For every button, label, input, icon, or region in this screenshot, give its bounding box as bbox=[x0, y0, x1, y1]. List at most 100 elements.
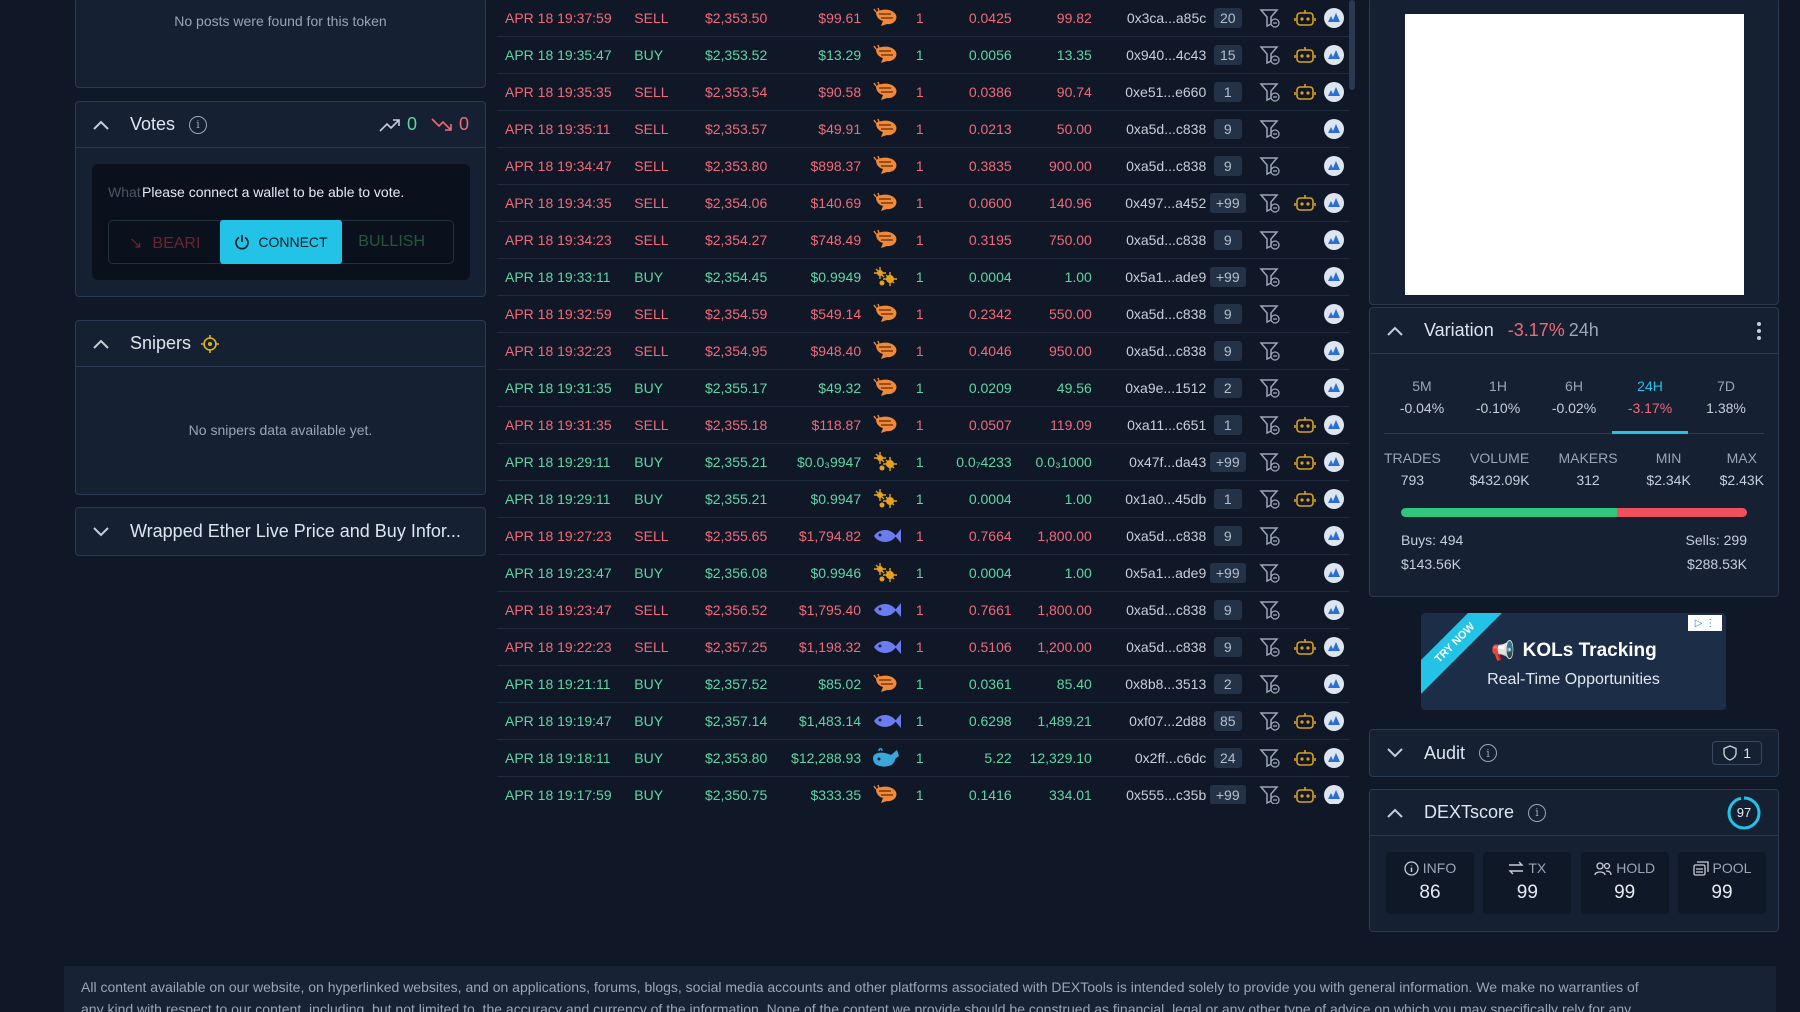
ad-choices-icon[interactable]: ▷ ⋮ bbox=[1688, 615, 1722, 631]
trade-maker-link[interactable]: 0xa5d...c838 bbox=[1092, 306, 1206, 322]
etherscan-icon[interactable] bbox=[1320, 599, 1349, 621]
trade-maker-link[interactable]: 0xf07...2d88 bbox=[1092, 713, 1206, 729]
filter-icon[interactable] bbox=[1249, 451, 1290, 473]
trade-row[interactable]: APR 18 19:35:11 SELL $2,353.57 $49.91 1 0.021… bbox=[497, 111, 1349, 148]
filter-icon[interactable] bbox=[1249, 266, 1290, 288]
trade-maker-link[interactable]: 0x555...c35b bbox=[1092, 787, 1206, 803]
etherscan-icon[interactable] bbox=[1320, 340, 1349, 362]
trade-maker-link[interactable]: 0x497...a452 bbox=[1092, 195, 1206, 211]
trade-maker-link[interactable]: 0x940...4c43 bbox=[1092, 47, 1206, 63]
chevron-up-icon[interactable] bbox=[1386, 322, 1404, 340]
trade-maker-link[interactable]: 0x3ca...a85c bbox=[1092, 10, 1206, 26]
trade-row[interactable]: APR 18 19:19:47 BUY $2,357.14 $1,483.14 1 0.6… bbox=[497, 703, 1349, 740]
table-scrollbar[interactable] bbox=[1349, 0, 1355, 90]
etherscan-icon[interactable] bbox=[1320, 488, 1349, 510]
trade-maker-link[interactable]: 0xa5d...c838 bbox=[1092, 528, 1206, 544]
info-icon[interactable]: i bbox=[1528, 803, 1547, 822]
trade-row[interactable]: APR 18 19:18:11 BUY $2,353.80 $12,288.93 1 5.… bbox=[497, 740, 1349, 777]
trade-row[interactable]: APR 18 19:23:47 SELL $2,356.52 $1,795.40 1 0.… bbox=[497, 592, 1349, 629]
chevron-down-icon[interactable] bbox=[1386, 744, 1404, 762]
filter-icon[interactable] bbox=[1249, 747, 1290, 769]
filter-icon[interactable] bbox=[1249, 44, 1290, 66]
trade-row[interactable]: APR 18 19:31:35 BUY $2,355.17 $49.32 1 0.0209… bbox=[497, 370, 1349, 407]
trade-row[interactable]: APR 18 19:29:11 BUY $2,355.21 $0.9947 1 0.000… bbox=[497, 481, 1349, 518]
etherscan-icon[interactable] bbox=[1320, 377, 1349, 399]
filter-icon[interactable] bbox=[1249, 192, 1290, 214]
etherscan-icon[interactable] bbox=[1320, 155, 1349, 177]
trade-maker-link[interactable]: 0xa5d...c838 bbox=[1092, 639, 1206, 655]
variation-tab-7d[interactable]: 7D 1.38% bbox=[1688, 378, 1764, 416]
trade-row[interactable]: APR 18 19:17:59 BUY $2,350.75 $333.35 1 0.141… bbox=[497, 777, 1349, 804]
trade-maker-link[interactable]: 0x1a0...45db bbox=[1092, 491, 1206, 507]
filter-icon[interactable] bbox=[1249, 340, 1290, 362]
filter-icon[interactable] bbox=[1249, 525, 1290, 547]
trade-row[interactable]: APR 18 19:37:59 SELL $2,353.50 $99.61 1 0.042… bbox=[497, 0, 1349, 37]
trade-maker-link[interactable]: 0xa9e...1512 bbox=[1092, 380, 1206, 396]
etherscan-icon[interactable] bbox=[1320, 7, 1349, 29]
trade-row[interactable]: APR 18 19:23:47 BUY $2,356.08 $0.9946 1 0.000… bbox=[497, 555, 1349, 592]
filter-icon[interactable] bbox=[1249, 784, 1290, 804]
etherscan-icon[interactable] bbox=[1320, 451, 1349, 473]
filter-icon[interactable] bbox=[1249, 673, 1290, 695]
audit-header[interactable]: Audit i 1 bbox=[1370, 730, 1778, 776]
etherscan-icon[interactable] bbox=[1320, 303, 1349, 325]
trade-maker-link[interactable]: 0x47f...da43 bbox=[1092, 454, 1206, 470]
etherscan-icon[interactable] bbox=[1320, 44, 1349, 66]
trade-row[interactable]: APR 18 19:35:47 BUY $2,353.52 $13.29 1 0.0056… bbox=[497, 37, 1349, 74]
bearish-button[interactable]: ↘ BEARI bbox=[129, 233, 200, 253]
wrapped-info-panel[interactable]: Wrapped Ether Live Price and Buy Infor..… bbox=[75, 507, 486, 556]
trade-maker-link[interactable]: 0x2ff...c6dc bbox=[1092, 750, 1206, 766]
variation-tab-1h[interactable]: 1H -0.10% bbox=[1460, 378, 1536, 416]
etherscan-icon[interactable] bbox=[1320, 266, 1349, 288]
trade-row[interactable]: APR 18 19:34:47 SELL $2,353.80 $898.37 1 0.38… bbox=[497, 148, 1349, 185]
trade-maker-link[interactable]: 0xa5d...c838 bbox=[1092, 121, 1206, 137]
filter-icon[interactable] bbox=[1249, 414, 1290, 436]
trade-row[interactable]: APR 18 19:27:23 SELL $2,355.65 $1,794.82 1 0.… bbox=[497, 518, 1349, 555]
trade-row[interactable]: APR 18 19:32:23 SELL $2,354.95 $948.40 1 0.40… bbox=[497, 333, 1349, 370]
filter-icon[interactable] bbox=[1249, 599, 1290, 621]
filter-icon[interactable] bbox=[1249, 155, 1290, 177]
audit-panel[interactable]: Audit i 1 bbox=[1369, 729, 1779, 777]
trade-row[interactable]: APR 18 19:31:35 SELL $2,355.18 $118.87 1 0.05… bbox=[497, 407, 1349, 444]
trade-maker-link[interactable]: 0x8b8...3513 bbox=[1092, 676, 1206, 692]
bullish-button[interactable]: BULLISH bbox=[358, 233, 425, 251]
filter-icon[interactable] bbox=[1249, 562, 1290, 584]
votes-header[interactable]: Votes i 0 0 bbox=[76, 102, 485, 148]
variation-header[interactable]: Variation -3.17% 24h bbox=[1370, 308, 1778, 354]
info-icon[interactable]: i bbox=[1479, 744, 1498, 762]
trade-row[interactable]: APR 18 19:34:35 SELL $2,354.06 $140.69 1 0.06… bbox=[497, 185, 1349, 222]
variation-tab-5m[interactable]: 5M -0.04% bbox=[1384, 378, 1460, 416]
filter-icon[interactable] bbox=[1249, 81, 1290, 103]
connect-button[interactable]: CONNECT bbox=[220, 220, 342, 264]
trade-row[interactable]: APR 18 19:32:59 SELL $2,354.59 $549.14 1 0.23… bbox=[497, 296, 1349, 333]
etherscan-icon[interactable] bbox=[1320, 636, 1349, 658]
trade-row[interactable]: APR 18 19:34:23 SELL $2,354.27 $748.49 1 0.31… bbox=[497, 222, 1349, 259]
trade-maker-link[interactable]: 0x5a1...ade9 bbox=[1092, 269, 1206, 285]
filter-icon[interactable] bbox=[1249, 7, 1290, 29]
filter-icon[interactable] bbox=[1249, 229, 1290, 251]
etherscan-icon[interactable] bbox=[1320, 414, 1349, 436]
etherscan-icon[interactable] bbox=[1320, 562, 1349, 584]
snipers-header[interactable]: Snipers bbox=[76, 321, 485, 367]
filter-icon[interactable] bbox=[1249, 488, 1290, 510]
trade-maker-link[interactable]: 0xa5d...c838 bbox=[1092, 158, 1206, 174]
trade-maker-link[interactable]: 0x5a1...ade9 bbox=[1092, 565, 1206, 581]
chevron-up-icon[interactable] bbox=[92, 116, 110, 134]
chevron-down-icon[interactable] bbox=[92, 523, 110, 541]
wrapped-info-header[interactable]: Wrapped Ether Live Price and Buy Infor..… bbox=[76, 508, 485, 555]
variation-tab-6h[interactable]: 6H -0.02% bbox=[1536, 378, 1612, 416]
trade-maker-link[interactable]: 0xa11...c651 bbox=[1092, 417, 1206, 433]
dextscore-header[interactable]: DEXTscore i 97 bbox=[1370, 790, 1778, 836]
etherscan-icon[interactable] bbox=[1320, 81, 1349, 103]
etherscan-icon[interactable] bbox=[1320, 118, 1349, 140]
info-icon[interactable]: i bbox=[189, 115, 208, 134]
etherscan-icon[interactable] bbox=[1320, 710, 1349, 732]
filter-icon[interactable] bbox=[1249, 636, 1290, 658]
ad-banner[interactable]: TRY NOW ▷ ⋮ 📢 KOLs Tracking Real-Time Op… bbox=[1421, 613, 1726, 710]
chevron-up-icon[interactable] bbox=[92, 335, 110, 353]
filter-icon[interactable] bbox=[1249, 710, 1290, 732]
filter-icon[interactable] bbox=[1249, 377, 1290, 399]
etherscan-icon[interactable] bbox=[1320, 525, 1349, 547]
trade-maker-link[interactable]: 0xe51...e660 bbox=[1092, 84, 1206, 100]
etherscan-icon[interactable] bbox=[1320, 747, 1349, 769]
